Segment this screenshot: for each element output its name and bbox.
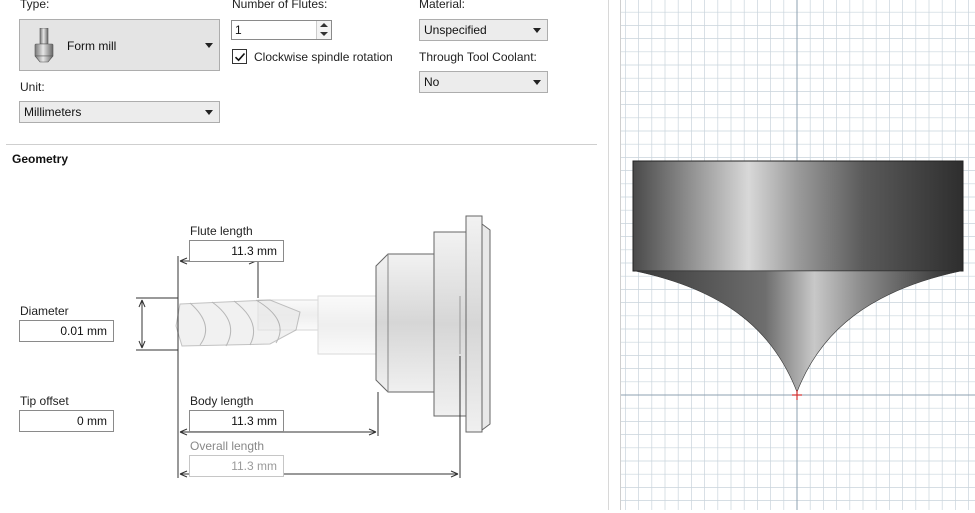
overall-length-label: Overall length xyxy=(190,439,265,453)
flute-length-label: Flute length xyxy=(190,224,253,238)
origin-marker-icon xyxy=(792,390,802,400)
preview-grid xyxy=(621,0,975,510)
diameter-field[interactable]: 0.01 mm xyxy=(19,320,114,342)
flute-length-field[interactable]: 11.3 mm xyxy=(189,240,284,262)
body-length-field[interactable]: 11.3 mm xyxy=(189,410,284,432)
body-length-label: Body length xyxy=(190,394,254,408)
tool-flutes xyxy=(175,299,301,347)
tip-offset-field[interactable]: 0 mm xyxy=(19,410,114,432)
tool-holder xyxy=(375,215,491,433)
tool-geometry-diagram xyxy=(136,215,491,478)
diameter-label: Diameter xyxy=(20,304,69,318)
overall-length-field: 11.3 mm xyxy=(189,455,284,477)
tool-preview-viewport[interactable] xyxy=(620,0,975,510)
tool-3d-model xyxy=(632,160,964,393)
tip-offset-label: Tip offset xyxy=(20,394,69,408)
